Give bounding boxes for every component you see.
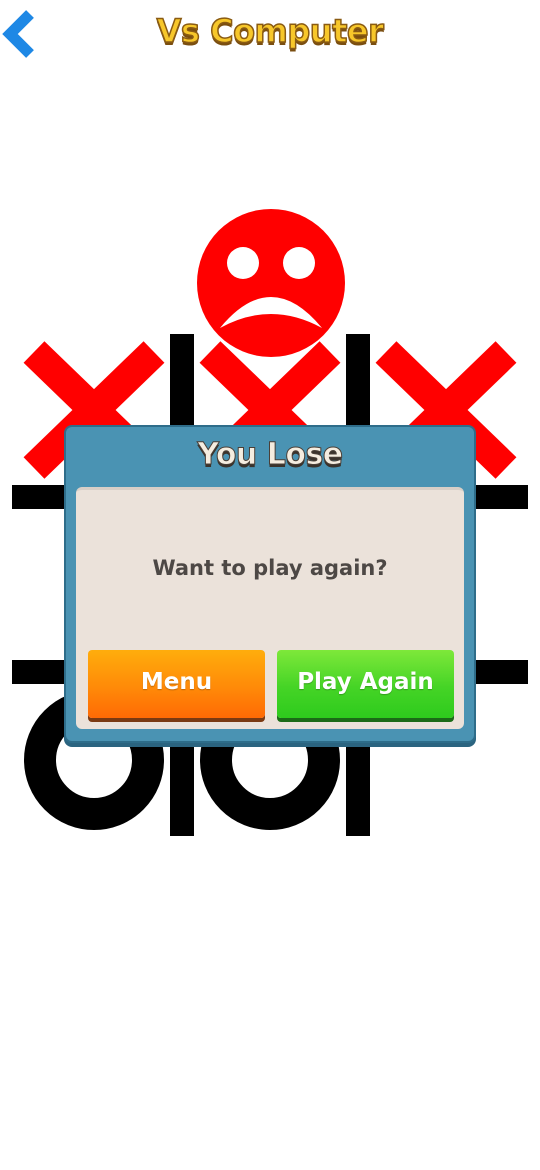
play-again-button[interactable]: Play Again — [277, 650, 454, 718]
page-title: Vs Computer — [156, 11, 385, 51]
game-over-dialog: You Lose Want to play again? Menu Play A… — [64, 425, 476, 743]
sad-face-icon — [197, 209, 345, 357]
dialog-title: You Lose — [197, 437, 344, 473]
game-screen: Vs Computer You Lose Want to play again?… — [0, 0, 540, 1170]
dialog-body: Want to play again? Menu Play Again — [76, 487, 464, 729]
dialog-message: Want to play again? — [152, 556, 388, 580]
menu-button[interactable]: Menu — [88, 650, 265, 718]
